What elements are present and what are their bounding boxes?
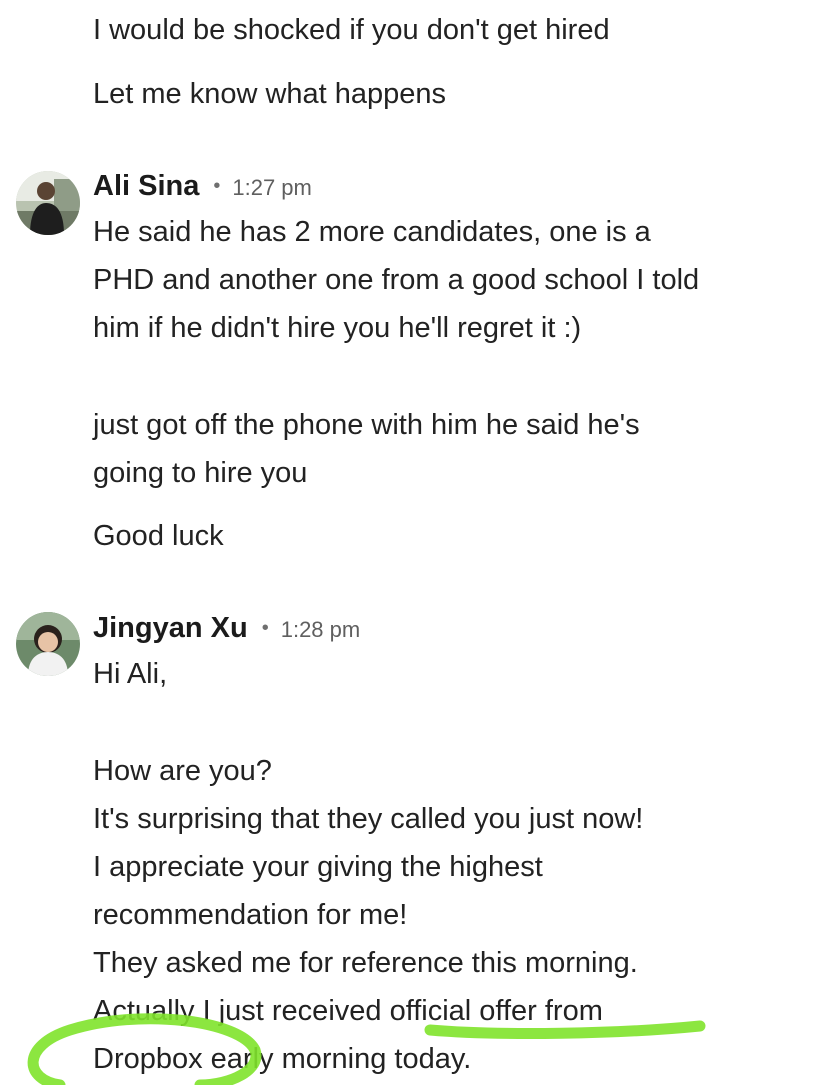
sender-name[interactable]: Ali Sina [93, 170, 199, 203]
person-photo-icon [16, 612, 80, 676]
message-line: him if he didn't hire you he'll regret i… [93, 312, 582, 344]
message-line: How are you? [93, 755, 272, 787]
message-line: PHD and another one from a good school I… [93, 264, 700, 296]
message-header: Ali Sina • 1:27 pm [93, 170, 312, 203]
person-photo-icon [16, 171, 80, 235]
separator-dot: • [261, 617, 269, 639]
message-header: Jingyan Xu • 1:28 pm [93, 612, 360, 645]
avatar[interactable] [16, 612, 80, 676]
message-line: recommendation for me! [93, 899, 408, 931]
message-line: He said he has 2 more candidates, one is… [93, 216, 651, 248]
message-line: Good luck [93, 520, 224, 552]
message-line: just got off the phone with him he said … [93, 409, 640, 441]
separator-dot: • [213, 175, 221, 197]
message-line: I would be shocked if you don't get hire… [93, 14, 610, 46]
message-line: Let me know what happens [93, 78, 447, 110]
message-line: going to hire you [93, 457, 308, 489]
timestamp: 1:28 pm [280, 617, 361, 642]
message-line: It's surprising that they called you jus… [93, 803, 644, 835]
timestamp: 1:27 pm [232, 175, 312, 200]
message-line: Actually I just received official offer … [93, 995, 603, 1027]
sender-name[interactable]: Jingyan Xu [93, 612, 248, 645]
message-line: Hi Ali, [93, 658, 168, 690]
message-line: I appreciate your giving the highest [93, 851, 543, 883]
avatar[interactable] [16, 171, 80, 235]
message-line: They asked me for reference this morning… [93, 947, 638, 979]
message-line: Dropbox early morning today. [93, 1043, 472, 1075]
